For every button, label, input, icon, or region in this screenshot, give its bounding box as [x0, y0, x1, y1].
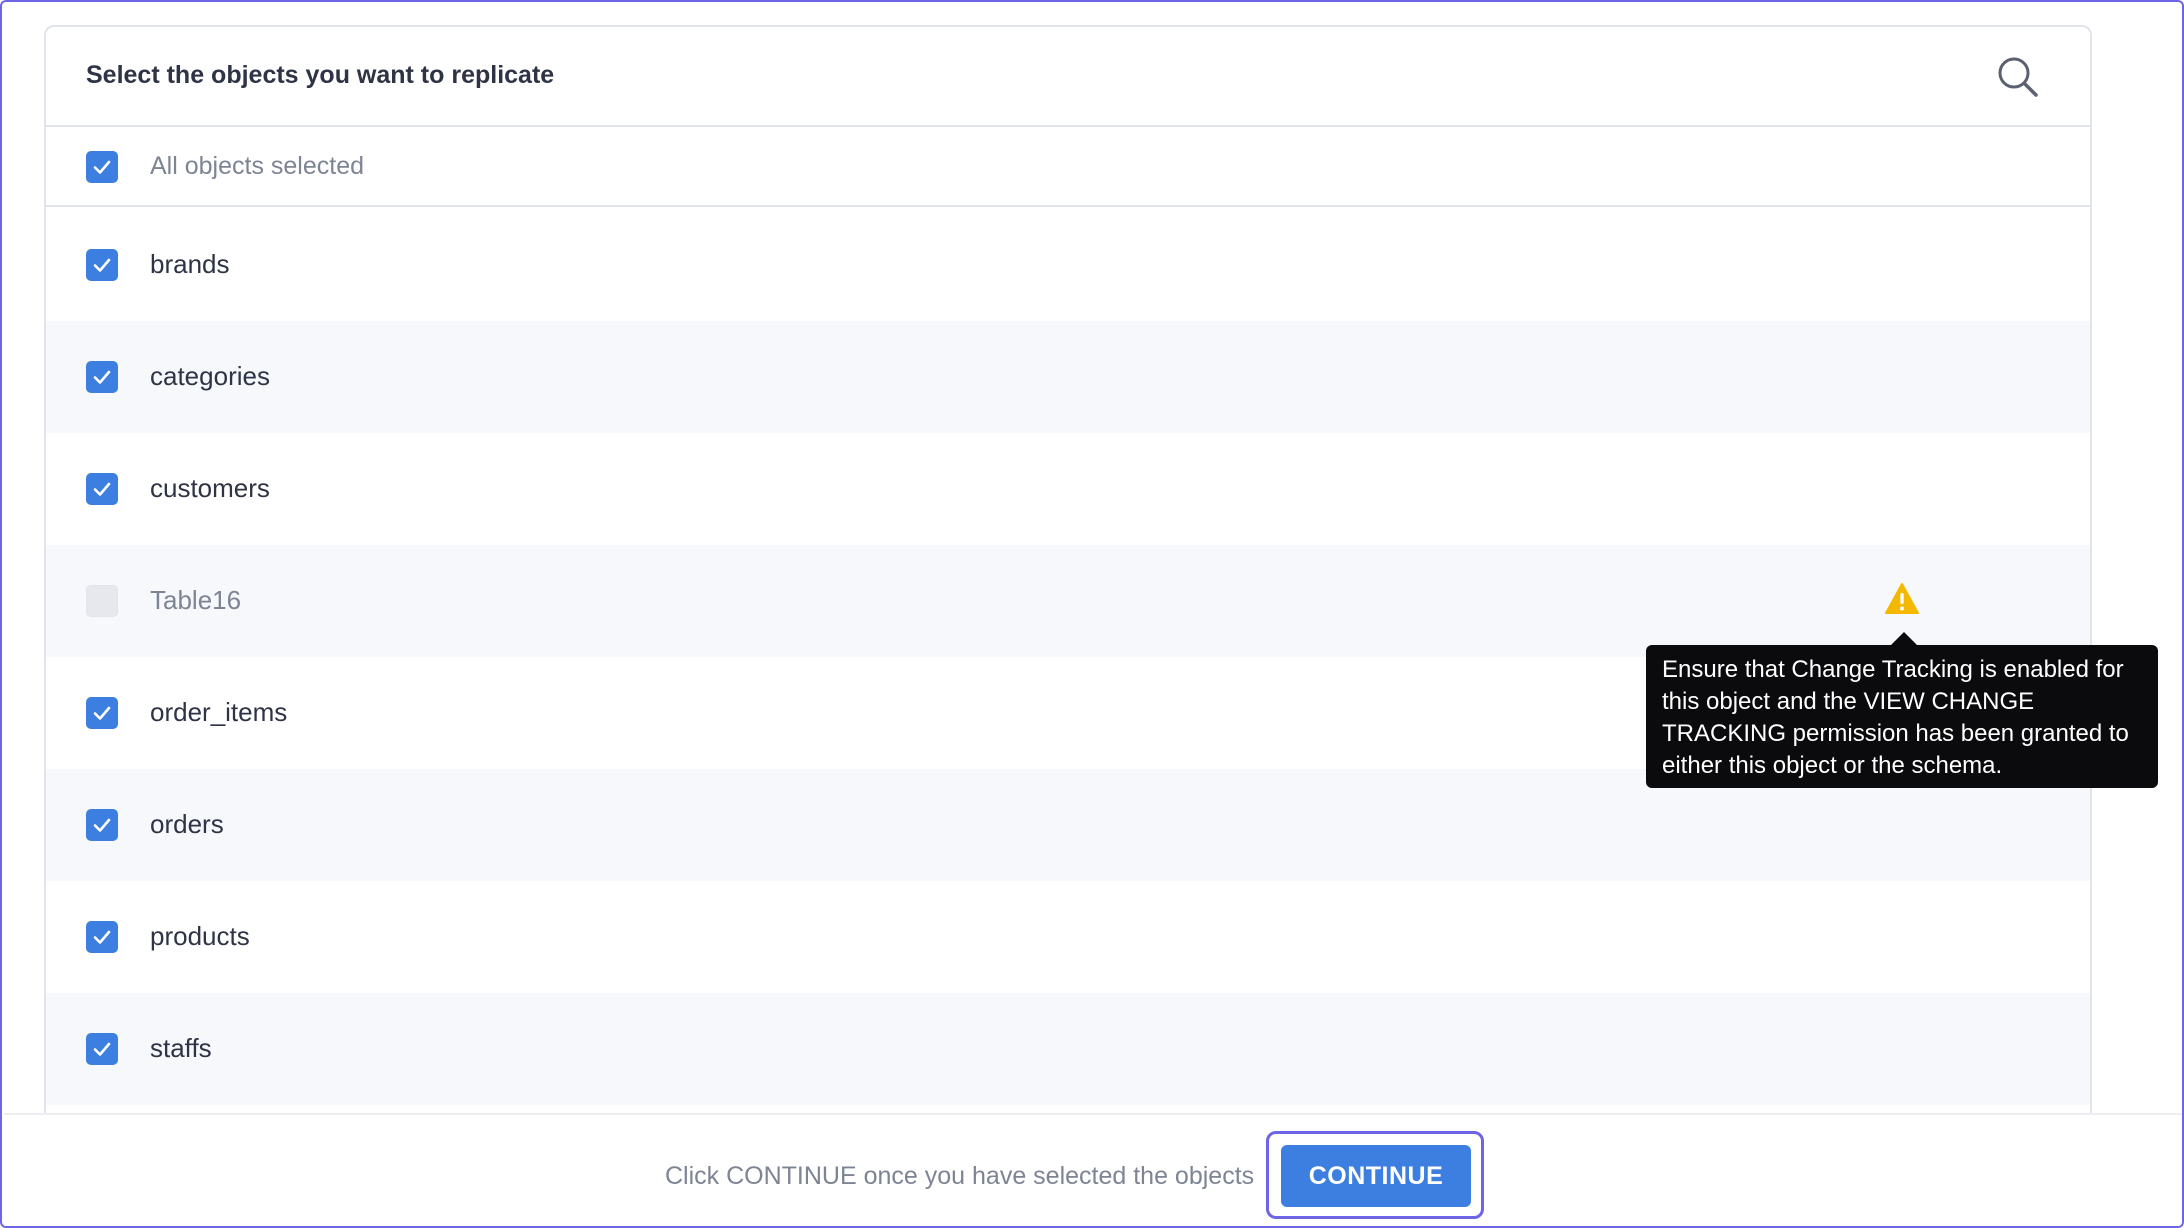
- select-all-row[interactable]: All objects selected: [46, 127, 2090, 207]
- object-label: brands: [150, 249, 230, 279]
- search-icon[interactable]: [1996, 55, 2040, 99]
- select-all-label: All objects selected: [150, 152, 365, 180]
- object-label: order_items: [150, 697, 288, 727]
- tooltip-arrow: [1890, 632, 1918, 646]
- panel-header: Select the objects you want to replicate: [46, 27, 2090, 127]
- object-checkbox[interactable]: [86, 809, 118, 841]
- checkmark-icon: [93, 930, 111, 944]
- footer-hint: Click CONTINUE once you have selected th…: [665, 1162, 1255, 1190]
- object-checkbox[interactable]: [86, 921, 118, 953]
- object-label: products: [150, 921, 250, 951]
- continue-button[interactable]: CONTINUE: [1281, 1145, 1471, 1207]
- select-all-checkbox[interactable]: [86, 151, 118, 183]
- checkmark-icon: [93, 258, 111, 272]
- object-label: staffs: [150, 1033, 212, 1063]
- checkmark-icon: [93, 818, 111, 832]
- object-row-staffs[interactable]: staffs: [46, 993, 2090, 1105]
- checkmark-icon: [93, 1042, 111, 1056]
- object-label: orders: [150, 809, 224, 839]
- warning-icon[interactable]: [1884, 581, 1920, 617]
- object-row-brands[interactable]: brands: [46, 209, 2090, 321]
- object-label: categories: [150, 361, 270, 391]
- object-label: Table16: [150, 585, 242, 615]
- object-row-customers[interactable]: customers: [46, 433, 2090, 545]
- object-selection-panel: Select the objects you want to replicate…: [44, 25, 2092, 1226]
- object-checkbox-disabled: [86, 585, 118, 617]
- object-checkbox[interactable]: [86, 249, 118, 281]
- object-row-categories[interactable]: categories: [46, 321, 2090, 433]
- object-row-table16: Table16: [46, 545, 2090, 657]
- checkmark-icon: [93, 706, 111, 720]
- object-checkbox[interactable]: [86, 473, 118, 505]
- checkmark-icon: [93, 482, 111, 496]
- panel-title: Select the objects you want to replicate: [86, 61, 555, 89]
- object-checkbox[interactable]: [86, 697, 118, 729]
- checkmark-icon: [93, 160, 111, 174]
- object-checkbox[interactable]: [86, 1033, 118, 1065]
- app-frame: Select the objects you want to replicate…: [0, 0, 2184, 1228]
- object-label: customers: [150, 473, 270, 503]
- object-row-products[interactable]: products: [46, 881, 2090, 993]
- footer-bar: Click CONTINUE once you have selected th…: [4, 1113, 2182, 1226]
- object-checkbox[interactable]: [86, 361, 118, 393]
- checkmark-icon: [93, 370, 111, 384]
- change-tracking-tooltip: Ensure that Change Tracking is enabled f…: [1646, 645, 2158, 788]
